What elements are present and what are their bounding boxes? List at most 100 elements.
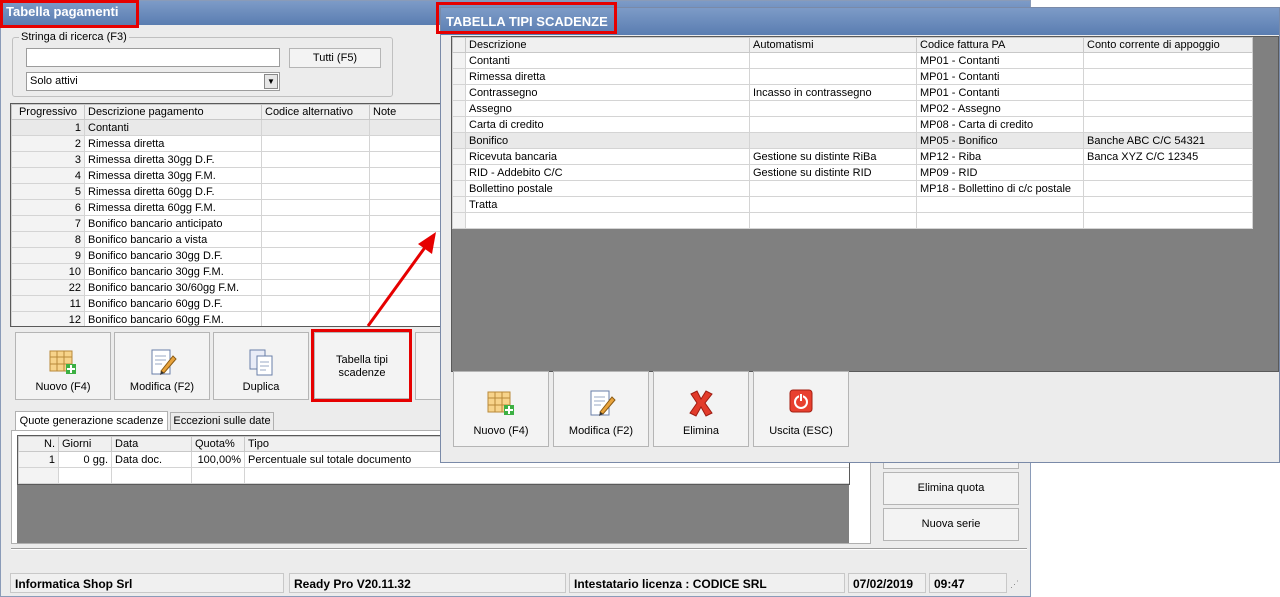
table-row[interactable]: Bonifico MP05 - Bonifico Banche ABC C/C 54… <box>452 132 1253 149</box>
dialog-edit-button[interactable]: Modifica (F2) <box>553 371 649 447</box>
codice-alternativo-cell <box>261 279 370 296</box>
status-divider <box>11 548 1027 550</box>
conto-corrente-cell <box>1083 180 1253 197</box>
column-header[interactable]: Descrizione <box>465 37 750 53</box>
progressivo-cell: 3 <box>11 151 85 168</box>
column-header[interactable]: Conto corrente di appoggio <box>1083 37 1253 53</box>
empty-cell <box>191 467 245 484</box>
elimina-quota-button[interactable]: Elimina quota <box>883 472 1019 505</box>
column-header[interactable]: Giorni <box>58 436 112 452</box>
automatismi-cell <box>749 116 917 133</box>
table-row[interactable] <box>452 212 1253 229</box>
descrizione-cell: Assegno <box>465 100 750 117</box>
codice-alternativo-cell <box>261 311 370 326</box>
row-header-cell[interactable] <box>452 212 466 229</box>
edit-payment-button[interactable]: Modifica (F2) <box>114 332 210 400</box>
table-row[interactable]: Tratta <box>452 196 1253 213</box>
codice-alternativo-cell <box>261 263 370 280</box>
table-row-empty[interactable] <box>18 467 849 484</box>
quote-n: 1 <box>18 451 59 468</box>
table-row[interactable]: 3 Rimessa diretta 30gg D.F. <box>11 151 449 168</box>
codice-fattura-pa-cell <box>916 212 1084 229</box>
column-header[interactable]: Data <box>111 436 192 452</box>
tipi-scadenze-grid: Descrizione Automatismi Codice fattura P… <box>451 36 1279 372</box>
conto-corrente-cell <box>1083 100 1253 117</box>
dialog-edit-label: Modifica (F2) <box>568 425 634 437</box>
descrizione-cell: Bonifico <box>465 132 750 149</box>
codice-fattura-pa-cell: MP01 - Contanti <box>916 52 1084 69</box>
nuova-serie-button[interactable]: Nuova serie <box>883 508 1019 541</box>
descrizione-cell: Carta di credito <box>465 116 750 133</box>
table-row[interactable]: 5 Rimessa diretta 60gg D.F. <box>11 183 449 200</box>
quote-giorni: 0 gg. <box>58 451 112 468</box>
table-row[interactable]: Contrassegno Incasso in contrassegno MP01 … <box>452 84 1253 101</box>
table-row[interactable]: Contanti MP01 - Contanti <box>452 52 1253 69</box>
note-cell <box>369 119 449 136</box>
codice-alternativo-cell <box>261 231 370 248</box>
note-cell <box>369 199 449 216</box>
progressivo-cell: 1 <box>11 119 85 136</box>
descrizione-cell: Rimessa diretta 60gg F.M. <box>84 199 262 216</box>
row-header-cell[interactable] <box>452 164 466 181</box>
column-header[interactable]: Note <box>369 104 449 120</box>
tutti-button[interactable]: Tutti (F5) <box>289 48 381 68</box>
chevron-down-icon[interactable]: ▼ <box>264 74 278 89</box>
column-header[interactable]: Automatismi <box>749 37 917 53</box>
row-header-cell[interactable] <box>452 100 466 117</box>
automatismi-cell: Gestione su distinte RiBa <box>749 148 917 165</box>
column-header[interactable]: Codice alternativo <box>261 104 370 120</box>
row-header-cell[interactable] <box>452 84 466 101</box>
table-row[interactable]: Carta di credito MP08 - Carta di credito <box>452 116 1253 133</box>
column-header[interactable]: Progressivo <box>11 104 85 120</box>
codice-alternativo-cell <box>261 119 370 136</box>
filter-select[interactable]: Solo attivi ▼ <box>26 72 280 91</box>
column-header[interactable]: Quota% <box>191 436 245 452</box>
progressivo-cell: 12 <box>11 311 85 326</box>
dialog-new-button[interactable]: Nuovo (F4) <box>453 371 549 447</box>
status-license: Intestatario licenza : CODICE SRL <box>569 573 845 593</box>
filter-selected-value: Solo attivi <box>30 75 78 87</box>
edit-document-icon <box>590 390 616 416</box>
progressivo-cell: 6 <box>11 199 85 216</box>
new-payment-button[interactable]: Nuovo (F4) <box>15 332 111 400</box>
column-header[interactable]: Codice fattura PA <box>916 37 1084 53</box>
empty-cell <box>58 467 112 484</box>
nuova-serie-label: Nuova serie <box>921 518 981 530</box>
progressivo-cell: 4 <box>11 167 85 184</box>
duplicate-payment-button[interactable]: Duplica <box>213 332 309 400</box>
codice-fattura-pa-cell: MP02 - Assegno <box>916 100 1084 117</box>
column-header[interactable]: N. <box>18 436 59 452</box>
table-row[interactable]: 1 Contanti <box>11 119 449 136</box>
row-header-cell[interactable] <box>452 180 466 197</box>
grid-add-icon <box>49 350 76 374</box>
table-row[interactable]: 2 Rimessa diretta <box>11 135 449 152</box>
column-header[interactable]: Descrizione pagamento <box>84 104 262 120</box>
table-row[interactable]: Ricevuta bancaria Gestione su distinte Ri… <box>452 148 1253 165</box>
progressivo-cell: 10 <box>11 263 85 280</box>
table-row[interactable]: RID - Addebito C/C Gestione su distinte R… <box>452 164 1253 181</box>
power-exit-icon <box>789 389 813 413</box>
table-row[interactable]: Rimessa diretta MP01 - Contanti <box>452 68 1253 85</box>
table-row[interactable]: 6 Rimessa diretta 60gg F.M. <box>11 199 449 216</box>
row-header-cell[interactable] <box>452 52 466 69</box>
codice-alternativo-cell <box>261 199 370 216</box>
row-header-cell[interactable] <box>452 196 466 213</box>
row-header-cell[interactable] <box>452 148 466 165</box>
table-row[interactable]: 4 Rimessa diretta 30gg F.M. <box>11 167 449 184</box>
row-header-cell[interactable] <box>452 132 466 149</box>
row-header-cell[interactable] <box>452 68 466 85</box>
automatismi-cell: Gestione su distinte RID <box>749 164 917 181</box>
search-input[interactable] <box>26 48 280 67</box>
status-version-text: Ready Pro V20.11.32 <box>294 577 411 591</box>
row-header-corner <box>452 37 466 53</box>
table-row[interactable]: Bollettino postale MP18 - Bollettino di c… <box>452 180 1253 197</box>
progressivo-cell: 22 <box>11 279 85 296</box>
tab-eccezioni-date[interactable]: Eccezioni sulle date <box>170 412 274 431</box>
table-row[interactable]: Assegno MP02 - Assegno <box>452 100 1253 117</box>
row-header-cell[interactable] <box>452 116 466 133</box>
dialog-delete-button[interactable]: Elimina <box>653 371 749 447</box>
resize-grip-icon[interactable]: ⋰ <box>1010 579 1024 593</box>
dialog-exit-button[interactable]: Uscita (ESC) <box>753 371 849 447</box>
tipi-table-header: Descrizione Automatismi Codice fattura P… <box>452 37 1253 53</box>
tab-quote-generazione[interactable]: Quote generazione scadenze <box>15 411 168 431</box>
